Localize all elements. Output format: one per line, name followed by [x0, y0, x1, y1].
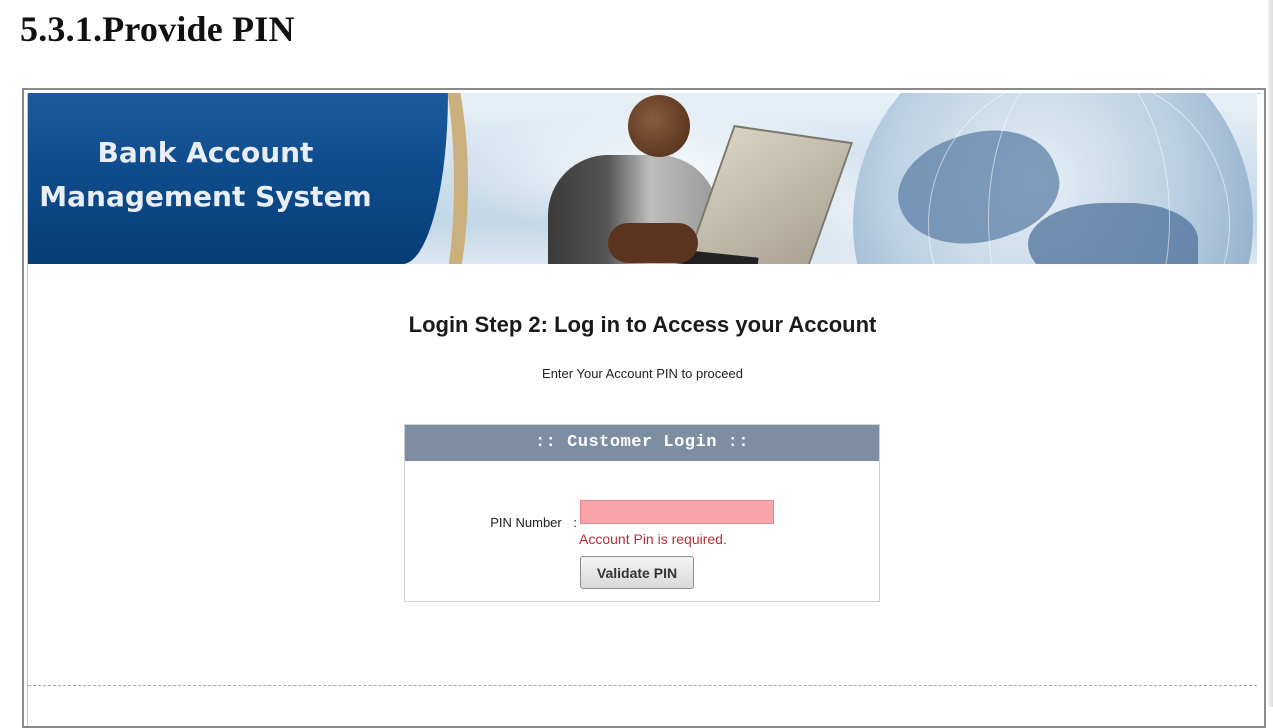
footer-dashed-divider [28, 685, 1257, 686]
pin-label-separator: : [573, 515, 577, 530]
login-step-title: Login Step 2: Log in to Access your Acco… [408, 312, 877, 337]
validate-pin-button[interactable]: Validate PIN [580, 556, 694, 589]
site-title-line2: Management System [39, 180, 372, 213]
banner-person-arm [608, 223, 698, 263]
site-title-line1: Bank Account [97, 136, 314, 169]
site-banner: Bank Account Management System [28, 93, 1257, 264]
pin-number-label: PIN Number : [445, 515, 577, 530]
document-heading: 5.3.1.Provide PIN [20, 9, 295, 49]
pin-validation-error: Account Pin is required. [579, 531, 727, 547]
site-title: Bank Account Management System [28, 131, 383, 219]
pin-number-input[interactable] [580, 500, 774, 524]
banner-person-head [628, 95, 690, 157]
page-edge-rule [1268, 0, 1273, 707]
customer-login-header: :: Customer Login :: [405, 425, 879, 461]
main-content: Login Step 2: Log in to Access your Acco… [28, 264, 1257, 724]
globe-meridian [988, 93, 1170, 264]
browser-frame: Bank Account Management System Login Ste… [22, 88, 1266, 728]
pin-label-text: PIN Number [490, 515, 562, 530]
login-step-subtitle: Enter Your Account PIN to proceed [542, 366, 743, 381]
customer-login-box: :: Customer Login :: PIN Number : Accoun… [404, 424, 880, 602]
